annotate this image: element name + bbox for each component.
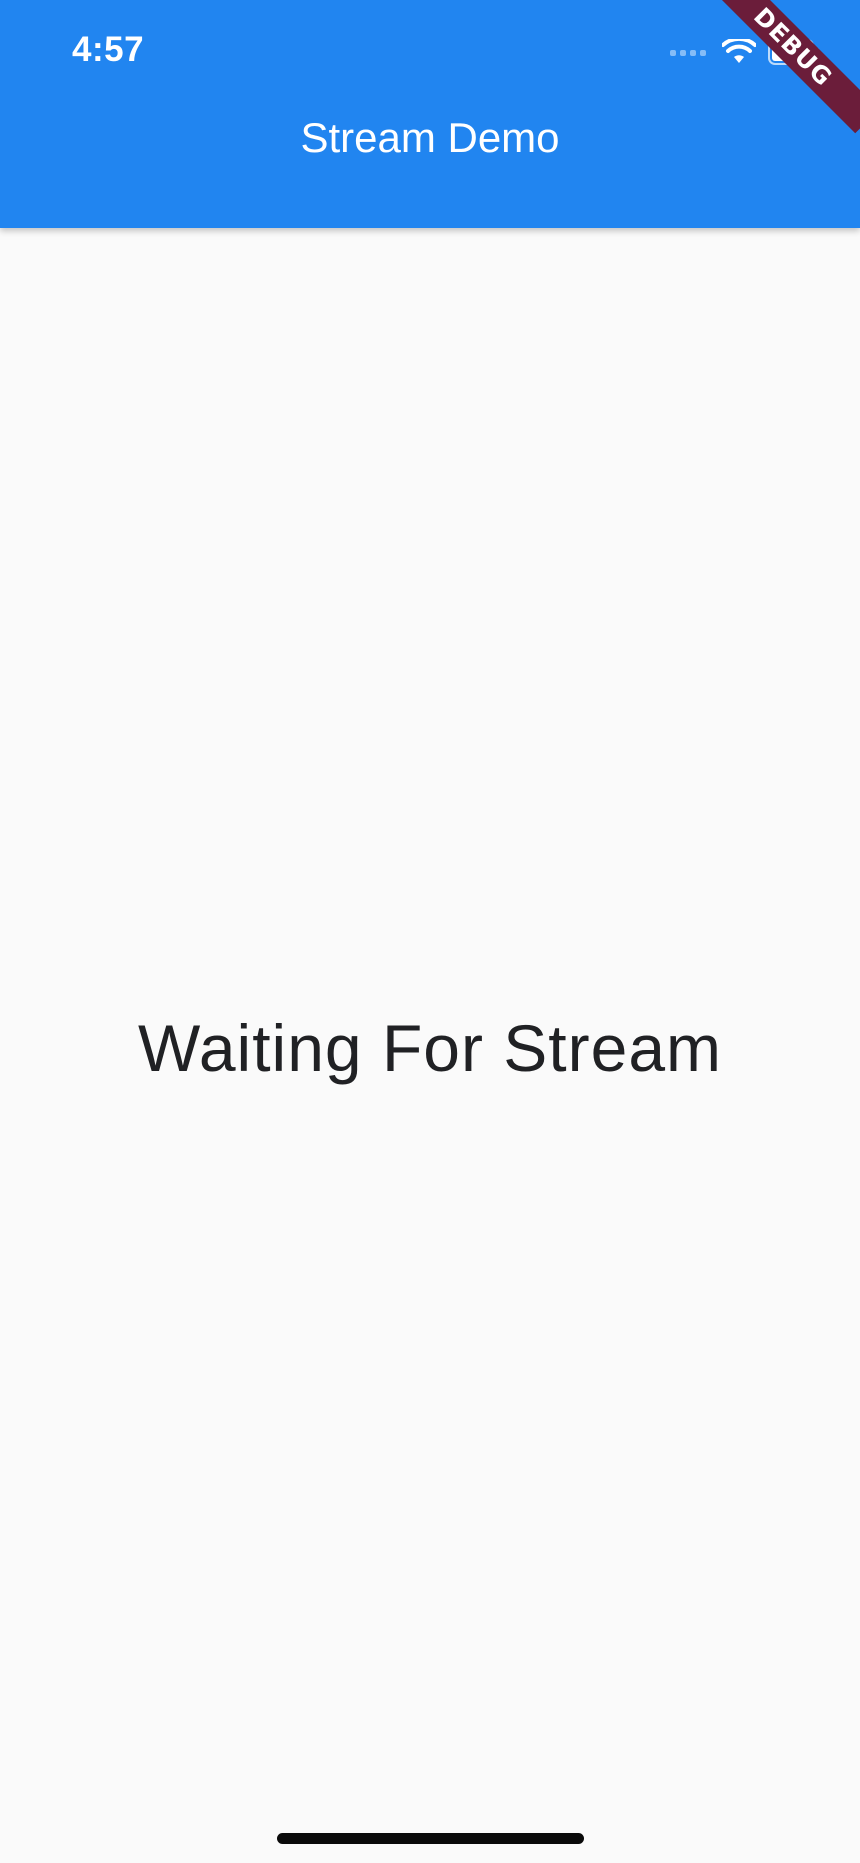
app-bar: 4:57 Stream Demo xyxy=(0,0,860,228)
home-indicator[interactable] xyxy=(277,1833,584,1844)
app-bar-title: Stream Demo xyxy=(300,114,560,161)
app-screen: 4:57 Stream Demo DEBUG Waiting For Strea… xyxy=(0,0,860,1863)
stream-status-message: Waiting For Stream xyxy=(137,1011,723,1085)
status-time: 4:57 xyxy=(72,30,145,69)
cellular-signal-icon xyxy=(670,45,710,63)
wifi-icon xyxy=(721,36,757,70)
